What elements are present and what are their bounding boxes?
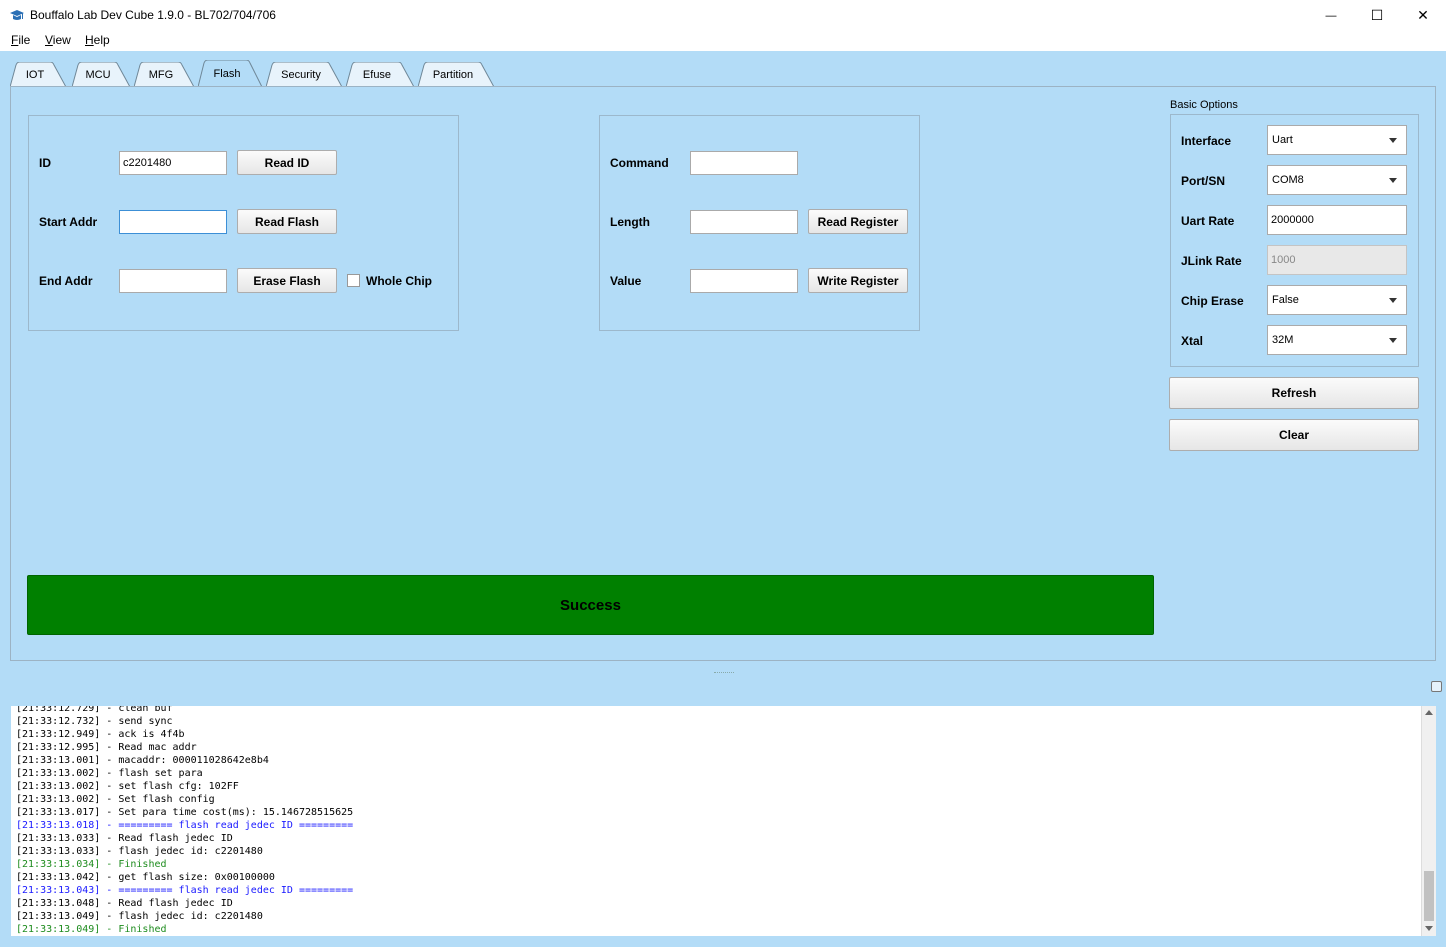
- jlink-rate-label: JLink Rate: [1181, 254, 1242, 268]
- log-line: [21:33:13.042] - get flash size: 0x00100…: [16, 872, 275, 883]
- refresh-button[interactable]: Refresh: [1169, 377, 1419, 409]
- log-line: [21:33:12.949] - ack is 4f4b: [16, 729, 185, 740]
- log-line: [21:33:12.732] - send sync: [16, 716, 173, 727]
- xtal-label: Xtal: [1181, 334, 1204, 348]
- menu-help[interactable]: Help: [85, 33, 110, 47]
- length-label: Length: [610, 215, 650, 229]
- tab-label: Efuse: [362, 68, 392, 81]
- minimize-icon: —: [1325, 9, 1337, 22]
- chevron-down-icon: [1389, 178, 1397, 183]
- chip-erase-label: Chip Erase: [1181, 294, 1244, 308]
- log-line: [21:33:13.002] - set flash cfg: 102FF: [16, 781, 239, 792]
- log-line: [21:33:13.001] - macaddr: 000011028642e8…: [16, 755, 269, 766]
- menu-bar: [0, 31, 1446, 51]
- tab-label: MCU: [85, 68, 111, 81]
- port-sn-select[interactable]: COM8: [1267, 165, 1407, 195]
- xtal-select[interactable]: 32M: [1267, 325, 1407, 355]
- interface-value: Uart: [1272, 134, 1293, 146]
- port-sn-label: Port/SN: [1181, 174, 1226, 188]
- read-flash-button[interactable]: Read Flash: [237, 209, 337, 234]
- id-input[interactable]: c2201480: [119, 151, 227, 175]
- log-line: [21:33:13.049] - Finished: [16, 924, 167, 935]
- window-title: Bouffalo Lab Dev Cube 1.9.0 - BL702/704/…: [30, 8, 276, 22]
- log-line: [21:33:13.048] - Read flash jedec ID: [16, 898, 233, 909]
- value-label: Value: [610, 274, 642, 288]
- tab-efuse[interactable]: Efuse: [346, 62, 414, 87]
- whole-chip-checkbox[interactable]: [347, 274, 360, 287]
- scroll-thumb[interactable]: [1424, 871, 1434, 921]
- chevron-down-icon: [1389, 138, 1397, 143]
- end-addr-label: End Addr: [39, 274, 93, 288]
- log-line: [21:33:13.002] - Set flash config: [16, 794, 215, 805]
- tab-label: Flash: [213, 67, 241, 80]
- maximize-button[interactable]: ☐: [1354, 0, 1400, 31]
- tab-label: Partition: [432, 68, 474, 81]
- tab-label: MFG: [148, 68, 174, 81]
- log-scrollbar[interactable]: [1421, 706, 1436, 936]
- splitter-handle[interactable]: [714, 672, 734, 675]
- read-register-button[interactable]: Read Register: [808, 209, 908, 234]
- start-addr-input[interactable]: [119, 210, 227, 234]
- value-input[interactable]: [690, 269, 798, 293]
- log-line: [21:33:13.034] - Finished: [16, 859, 167, 870]
- start-addr-label: Start Addr: [39, 215, 98, 229]
- scroll-down-icon[interactable]: [1425, 926, 1433, 931]
- xtal-value: 32M: [1272, 334, 1294, 346]
- interface-select[interactable]: Uart: [1267, 125, 1407, 155]
- chip-erase-value: False: [1272, 294, 1299, 306]
- command-label: Command: [610, 156, 669, 170]
- log-line: [21:33:12.995] - Read mac addr: [16, 742, 197, 753]
- app-icon: [9, 9, 25, 23]
- length-input[interactable]: [690, 210, 798, 234]
- log-line: [21:33:13.043] - ========= flash read je…: [16, 885, 354, 896]
- basic-options-title: Basic Options: [1170, 99, 1238, 111]
- minimize-button[interactable]: —: [1308, 0, 1354, 31]
- log-line: [21:33:13.033] - flash jedec id: c220148…: [16, 846, 263, 857]
- interface-label: Interface: [1181, 134, 1232, 148]
- tab-flash[interactable]: Flash: [198, 60, 262, 87]
- jlink-rate-input: 1000: [1267, 245, 1407, 275]
- tab-mfg[interactable]: MFG: [134, 62, 194, 87]
- status-banner: Success: [27, 575, 1154, 635]
- maximize-icon: ☐: [1370, 7, 1384, 23]
- tab-mcu[interactable]: MCU: [72, 62, 130, 87]
- tab-partition[interactable]: Partition: [418, 62, 494, 87]
- log-line: [21:33:13.018] - ========= flash read je…: [16, 820, 354, 831]
- close-icon: ✕: [1417, 7, 1429, 23]
- erase-flash-button[interactable]: Erase Flash: [237, 268, 337, 293]
- read-id-button[interactable]: Read ID: [237, 150, 337, 175]
- menu-view[interactable]: View: [45, 33, 71, 47]
- chevron-down-icon: [1389, 298, 1397, 303]
- port-sn-value: COM8: [1272, 174, 1304, 186]
- end-addr-input[interactable]: [119, 269, 227, 293]
- log-output[interactable]: [21:33:12.729] - clean buf [21:33:12.732]…: [11, 706, 1422, 936]
- write-register-button[interactable]: Write Register: [808, 268, 908, 293]
- log-line: [21:33:13.033] - Read flash jedec ID: [16, 833, 233, 844]
- log-line: [21:33:12.729] - clean buf: [16, 706, 173, 714]
- chip-erase-select[interactable]: False: [1267, 285, 1407, 315]
- scroll-up-icon[interactable]: [1425, 710, 1433, 715]
- undock-icon[interactable]: [1431, 681, 1442, 692]
- uart-rate-label: Uart Rate: [1181, 214, 1235, 228]
- close-button[interactable]: ✕: [1400, 0, 1446, 31]
- whole-chip-label: Whole Chip: [366, 274, 432, 288]
- command-input[interactable]: [690, 151, 798, 175]
- tab-iot[interactable]: IOT: [10, 62, 66, 87]
- menu-file[interactable]: File: [11, 33, 30, 47]
- tab-security[interactable]: Security: [266, 62, 342, 87]
- chevron-down-icon: [1389, 338, 1397, 343]
- clear-button[interactable]: Clear: [1169, 419, 1419, 451]
- log-line: [21:33:13.002] - flash set para: [16, 768, 203, 779]
- tab-label: IOT: [25, 68, 45, 81]
- id-label: ID: [39, 156, 51, 170]
- tab-label: Security: [281, 68, 321, 81]
- log-line: [21:33:13.049] - flash jedec id: c220148…: [16, 911, 263, 922]
- uart-rate-input[interactable]: 2000000: [1267, 205, 1407, 235]
- log-line: [21:33:13.017] - Set para time cost(ms):…: [16, 807, 354, 818]
